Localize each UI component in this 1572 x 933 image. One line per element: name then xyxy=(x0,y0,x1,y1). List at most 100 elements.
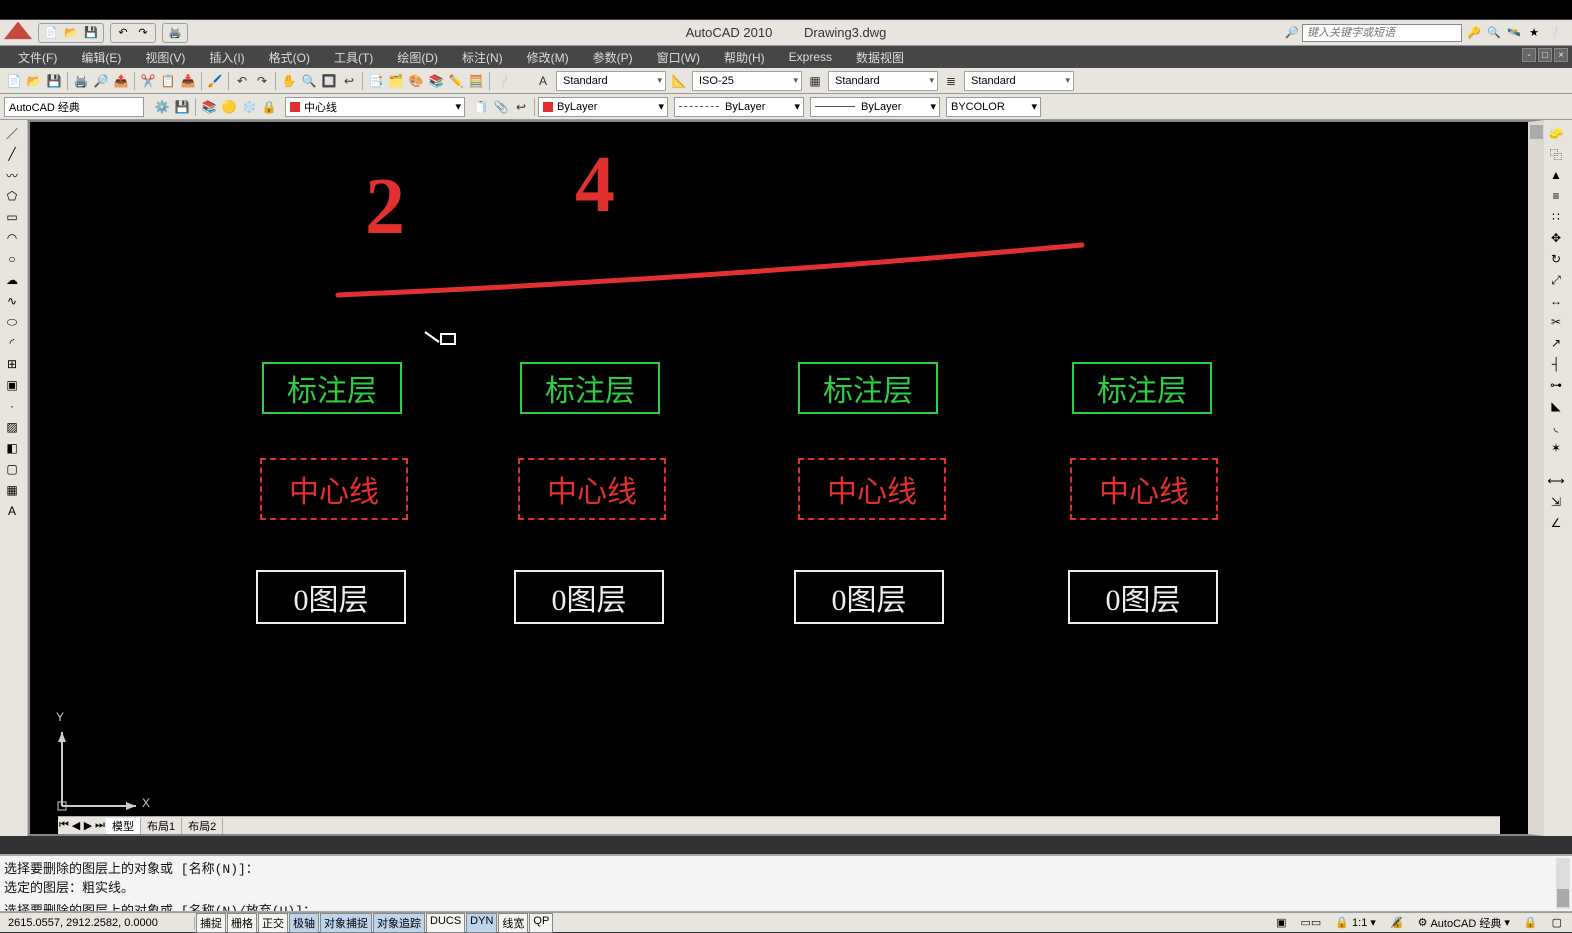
tab-nav-prev-icon[interactable]: ◀ xyxy=(70,819,82,832)
workspace-selector[interactable]: AutoCAD 经典 xyxy=(4,97,144,117)
linetype-dropdown[interactable]: ByLayer xyxy=(674,97,804,117)
status-toggle-线宽[interactable]: 线宽 xyxy=(498,913,528,933)
app-logo-icon[interactable] xyxy=(4,22,32,44)
status-toggle-对象追踪[interactable]: 对象追踪 xyxy=(373,913,425,933)
menu-draw[interactable]: 绘图(D) xyxy=(397,49,438,66)
table-style-dropdown[interactable]: Standard xyxy=(828,71,938,91)
rotate-icon[interactable]: ↻ xyxy=(1546,250,1566,268)
mdi-restore[interactable]: □ xyxy=(1538,48,1552,62)
paste-icon[interactable]: 📥 xyxy=(179,72,197,90)
arc-icon[interactable]: ◠ xyxy=(2,229,22,247)
tab-nav-last-icon[interactable]: ⏭ xyxy=(94,819,106,832)
status-toggle-对象捕捉[interactable]: 对象捕捉 xyxy=(320,913,372,933)
publish-icon[interactable]: 📤 xyxy=(112,72,130,90)
plotstyle-dropdown[interactable]: BYCOLOR xyxy=(946,97,1041,117)
drawing-canvas[interactable]: 2 4 标注层 标注层 标注层 标注层 中心线 中心线 中心线 中心线 xyxy=(30,122,1528,834)
properties-icon[interactable]: 📑 xyxy=(367,72,385,90)
menu-window[interactable]: 窗口(W) xyxy=(657,49,700,66)
polygon-icon[interactable]: ⬠ xyxy=(2,187,22,205)
dim-linear-icon[interactable]: ⟷ xyxy=(1546,472,1566,490)
zoom-prev-icon[interactable]: ↩ xyxy=(340,72,358,90)
calc-icon[interactable]: 🧮 xyxy=(467,72,485,90)
join-icon[interactable]: ⊶ xyxy=(1546,376,1566,394)
menu-file[interactable]: 文件(F) xyxy=(18,49,57,66)
open-icon[interactable]: 📂 xyxy=(63,25,79,41)
menu-format[interactable]: 格式(O) xyxy=(269,49,310,66)
favorites-icon[interactable]: ★ xyxy=(1526,25,1542,41)
status-toggle-极轴[interactable]: 极轴 xyxy=(289,913,319,933)
mirror-icon[interactable]: ▲ xyxy=(1546,166,1566,184)
array-icon[interactable]: ∷ xyxy=(1546,208,1566,226)
new-icon[interactable]: 📄 xyxy=(43,25,59,41)
copy-icon[interactable]: 📋 xyxy=(159,72,177,90)
status-toggle-栅格[interactable]: 栅格 xyxy=(227,913,257,933)
menu-tools[interactable]: 工具(T) xyxy=(334,49,373,66)
extend-icon[interactable]: ↗ xyxy=(1546,334,1566,352)
menu-help[interactable]: 帮助(H) xyxy=(724,49,765,66)
status-workspace[interactable]: ⚙ AutoCAD 经典 ▾ xyxy=(1414,915,1514,931)
print-icon[interactable]: 🖨️ xyxy=(167,25,183,41)
menu-dimension[interactable]: 标注(N) xyxy=(462,49,503,66)
dim-style-dropdown[interactable]: ISO-25 xyxy=(692,71,802,91)
menu-dataview[interactable]: 数据视图 xyxy=(856,49,904,66)
layer-lock-icon[interactable]: 🔒 xyxy=(260,98,278,116)
dim-angular-icon[interactable]: ∠ xyxy=(1546,514,1566,532)
pan-icon[interactable]: ✋ xyxy=(280,72,298,90)
undo-icon[interactable]: ↶ xyxy=(233,72,251,90)
mdi-minimize[interactable]: - xyxy=(1522,48,1536,62)
menu-view[interactable]: 视图(V) xyxy=(145,49,185,66)
mtext-icon[interactable]: A xyxy=(2,502,22,520)
preview-icon[interactable]: 🔎 xyxy=(92,72,110,90)
table-icon[interactable]: ▦ xyxy=(2,481,22,499)
spline-icon[interactable]: ∿ xyxy=(2,292,22,310)
layer-manager-icon[interactable]: 📚 xyxy=(200,98,218,116)
tab-nav-next-icon[interactable]: ▶ xyxy=(82,819,94,832)
toolpalettes-icon[interactable]: 🎨 xyxy=(407,72,425,90)
layer-state-icon[interactable]: 🟡 xyxy=(220,98,238,116)
scale-icon[interactable]: ⤢ xyxy=(1546,271,1566,289)
menu-insert[interactable]: 插入(I) xyxy=(209,49,244,66)
menu-express[interactable]: Express xyxy=(789,50,832,64)
tab-layout2[interactable]: 布局2 xyxy=(182,818,223,834)
command-window[interactable]: 选择要删除的图层上的对象或 [名称(N)]： 选定的图层：粗实线。 选择要删除的… xyxy=(0,854,1572,912)
gradient-icon[interactable]: ◧ xyxy=(2,439,22,457)
move-icon[interactable]: ✥ xyxy=(1546,229,1566,247)
hatch-icon[interactable]: ▨ xyxy=(2,418,22,436)
sheetset-icon[interactable]: 📚 xyxy=(427,72,445,90)
designcenter-icon[interactable]: 🗂️ xyxy=(387,72,405,90)
status-toggle-QP[interactable]: QP xyxy=(529,913,553,933)
save-icon[interactable]: 💾 xyxy=(45,72,63,90)
ellipse-icon[interactable]: ⬭ xyxy=(2,313,22,331)
menu-modify[interactable]: 修改(M) xyxy=(527,49,569,66)
ellipsearc-icon[interactable]: ◜ xyxy=(2,334,22,352)
command-scrollbar[interactable] xyxy=(1556,858,1570,909)
coordinate-readout[interactable]: 2615.0557, 2912.2582, 0.0000 xyxy=(0,917,195,929)
cleanscreen-icon[interactable]: ▢ xyxy=(1548,916,1566,929)
text-style-dropdown[interactable]: Standard xyxy=(556,71,666,91)
chamfer-icon[interactable]: ◣ xyxy=(1546,397,1566,415)
help-icon[interactable]: ❔ xyxy=(1546,25,1562,41)
status-toggle-DYN[interactable]: DYN xyxy=(466,913,497,933)
lineweight-dropdown[interactable]: ByLayer xyxy=(810,97,940,117)
break-icon[interactable]: ┤ xyxy=(1546,355,1566,373)
makeblock-icon[interactable]: ▣ xyxy=(2,376,22,394)
stretch-icon[interactable]: ↔ xyxy=(1546,292,1566,310)
color-dropdown[interactable]: ByLayer xyxy=(538,97,668,117)
zoom-realtime-icon[interactable]: 🔍 xyxy=(300,72,318,90)
open-icon[interactable]: 📂 xyxy=(25,72,43,90)
annoscale-display[interactable]: 🔒 1:1 ▾ xyxy=(1331,916,1380,929)
communication-icon[interactable]: 🛰️ xyxy=(1506,25,1522,41)
offset-icon[interactable]: ≡ xyxy=(1546,187,1566,205)
cut-icon[interactable]: ✂️ xyxy=(139,72,157,90)
undo-icon[interactable]: ↶ xyxy=(115,25,131,41)
layer-prev-icon[interactable]: ↩ xyxy=(512,98,530,116)
print-icon[interactable]: 🖨️ xyxy=(72,72,90,90)
workspace-gear-icon[interactable]: ⚙️ xyxy=(153,98,171,116)
layer-freeze-icon[interactable]: ❄️ xyxy=(240,98,258,116)
help-small-icon[interactable]: ❔ xyxy=(494,72,512,90)
model-paper-toggle[interactable]: ▣ xyxy=(1272,916,1290,929)
copy-obj-icon[interactable]: ⿻ xyxy=(1546,145,1566,163)
erase-icon[interactable]: 🧽 xyxy=(1546,124,1566,142)
mlstyle-icon[interactable]: ≣ xyxy=(942,72,960,90)
fillet-icon[interactable]: ◟ xyxy=(1546,418,1566,436)
